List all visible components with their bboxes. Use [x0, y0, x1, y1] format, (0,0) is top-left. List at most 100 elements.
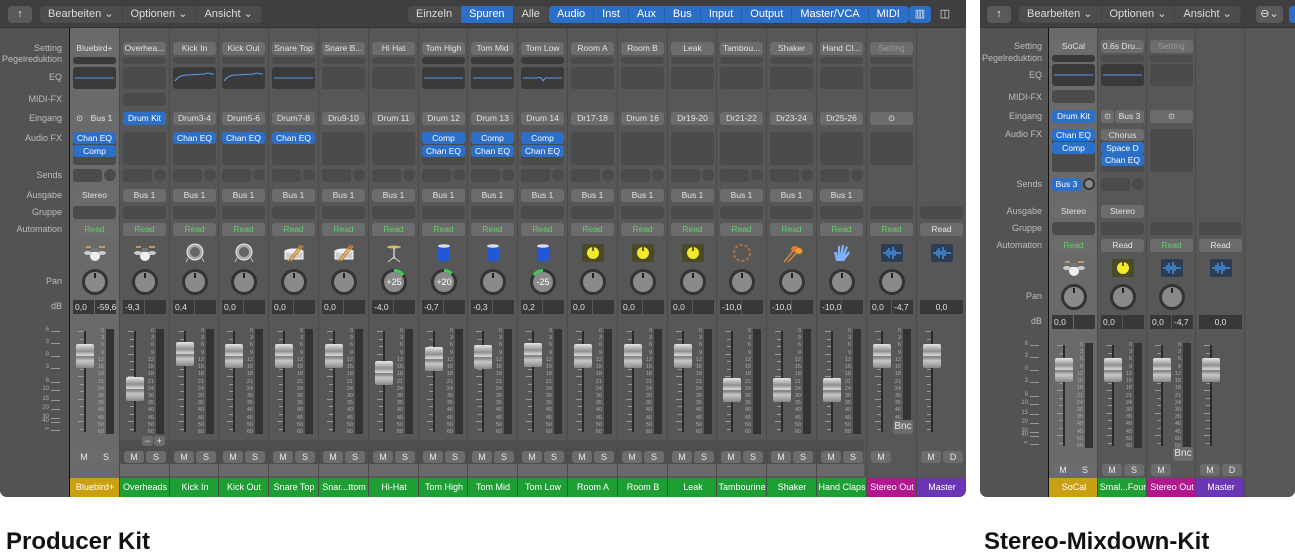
eq-display[interactable]	[471, 67, 514, 89]
setting-button[interactable]: Leak	[671, 42, 714, 55]
automation-mode-button[interactable]: Read	[272, 223, 315, 236]
audio-fx-plugin[interactable]: Chan EQ	[422, 144, 465, 157]
group-slot[interactable]	[372, 206, 415, 219]
pan-knob[interactable]	[1110, 284, 1136, 310]
input-button[interactable]: Dr21-22	[720, 112, 763, 125]
volume-value[interactable]: -10,0	[770, 300, 791, 314]
automation-mode-button[interactable]: Read	[571, 223, 614, 236]
group-slot[interactable]	[521, 206, 564, 219]
track-name[interactable]: SoCal	[1049, 478, 1099, 497]
volume-fader[interactable]	[773, 378, 791, 402]
audio-fx-plugin[interactable]: Space D	[1101, 141, 1144, 154]
input-button[interactable]: Drum 13	[471, 112, 514, 125]
mute-button[interactable]: M	[74, 451, 94, 463]
send-level-knob[interactable]	[502, 169, 514, 181]
solo-button[interactable]: S	[1075, 464, 1095, 476]
eq-display[interactable]	[770, 67, 813, 89]
volume-value[interactable]: -0,7	[422, 300, 443, 314]
pan-knob[interactable]	[182, 269, 208, 295]
output-button[interactable]: Bus 1	[770, 189, 813, 202]
track-name[interactable]: Leak	[668, 478, 718, 497]
peak-value[interactable]	[195, 300, 216, 314]
maracas-icon[interactable]	[780, 243, 804, 263]
eq-display[interactable]	[422, 67, 465, 89]
peak-value[interactable]: -4,7	[892, 300, 913, 314]
filter-button-partial[interactable]	[1289, 6, 1295, 23]
eq-display[interactable]	[1101, 64, 1144, 86]
wave-icon[interactable]	[1160, 258, 1184, 278]
peak-value[interactable]: -4,7	[1172, 315, 1193, 329]
tambourine-icon[interactable]	[730, 243, 754, 263]
audio-fx-area[interactable]	[621, 132, 664, 165]
eq-display[interactable]	[123, 67, 166, 89]
hand-icon[interactable]	[830, 243, 854, 263]
view-spuren[interactable]: Spuren	[461, 6, 514, 23]
menu-optionen[interactable]: Optionen ⌄	[123, 6, 197, 23]
input-link-icon[interactable]: ⊙	[73, 112, 86, 125]
mute-button[interactable]: M	[771, 451, 791, 463]
volume-value[interactable]: 0,0	[1150, 315, 1171, 329]
peak-value[interactable]	[643, 300, 664, 314]
send-slot[interactable]	[1101, 178, 1130, 191]
track-name[interactable]: Tom Mid	[468, 478, 518, 497]
filter-inst[interactable]: Inst	[594, 6, 629, 23]
eq-display[interactable]	[720, 67, 763, 89]
group-slot[interactable]	[1199, 222, 1242, 235]
setting-button[interactable]: Setting	[870, 42, 913, 55]
audio-fx-plugin[interactable]: Chan EQ	[521, 144, 564, 157]
audio-fx-plugin[interactable]: Comp	[471, 132, 514, 144]
fader-minus-button[interactable]: −	[142, 436, 153, 446]
wide-strips-icon[interactable]: ▥	[909, 6, 931, 23]
eq-display[interactable]	[521, 67, 564, 89]
knob-icon[interactable]	[581, 243, 605, 263]
volume-fader[interactable]	[674, 344, 692, 368]
midi-fx-slot[interactable]	[1052, 90, 1095, 103]
knob-icon[interactable]	[1111, 258, 1135, 278]
send-slot[interactable]	[571, 169, 600, 182]
eq-display[interactable]	[372, 67, 415, 89]
mute-button[interactable]: M	[871, 451, 891, 463]
input-button[interactable]: Drum 14	[521, 112, 564, 125]
setting-button[interactable]: Hand Cl...	[820, 42, 863, 55]
solo-button[interactable]: S	[196, 451, 216, 463]
automation-mode-button[interactable]: Read	[1101, 239, 1144, 252]
input-button[interactable]: Dr25-26	[820, 112, 863, 125]
send-slot[interactable]	[322, 169, 351, 182]
input-button[interactable]: Dr23-24	[770, 112, 813, 125]
eq-display[interactable]	[621, 67, 664, 89]
input-button[interactable]: Drum5-6	[222, 112, 265, 125]
automation-mode-button[interactable]: Read	[770, 223, 813, 236]
audio-fx-plugin[interactable]: Chan EQ	[222, 132, 265, 144]
track-name[interactable]: Master	[917, 478, 966, 497]
setting-button[interactable]: Tom High	[422, 42, 465, 55]
automation-mode-button[interactable]: Read	[521, 223, 564, 236]
solo-button[interactable]: S	[694, 451, 714, 463]
volume-value[interactable]: 0,0	[671, 300, 692, 314]
setting-button[interactable]: Snare B...	[322, 42, 365, 55]
audio-fx-plugin[interactable]: Comp	[1052, 141, 1095, 154]
volume-value[interactable]: 0,0	[1101, 315, 1122, 329]
send-slot[interactable]	[720, 169, 749, 182]
input-link-icon[interactable]: ⊙	[870, 112, 913, 125]
volume-value[interactable]: -0,3	[471, 300, 492, 314]
view-einzeln[interactable]: Einzeln	[408, 6, 462, 23]
send-level-knob[interactable]	[1083, 178, 1095, 190]
setting-button[interactable]: Tom Low	[521, 42, 564, 55]
audio-fx-plugin[interactable]: Chan EQ	[272, 132, 315, 144]
setting-button[interactable]: Room B	[621, 42, 664, 55]
setting-button[interactable]: Snare Top	[272, 42, 315, 55]
send-level-knob[interactable]	[253, 169, 265, 181]
volume-fader[interactable]	[325, 344, 343, 368]
mute-button[interactable]: M	[174, 451, 194, 463]
output-button[interactable]: Bus 1	[621, 189, 664, 202]
send-level-knob[interactable]	[403, 169, 415, 181]
track-name[interactable]: Kick In	[170, 478, 220, 497]
filter-output[interactable]: Output	[742, 6, 793, 23]
output-button[interactable]: Bus 1	[372, 189, 415, 202]
volume-fader[interactable]	[1104, 358, 1122, 382]
volume-value[interactable]: 0,0	[322, 300, 343, 314]
send-level-knob[interactable]	[154, 169, 166, 181]
wave-icon[interactable]	[880, 243, 904, 263]
mute-button[interactable]: M	[672, 451, 692, 463]
setting-button[interactable]: 0.6s Dru...	[1101, 40, 1144, 53]
